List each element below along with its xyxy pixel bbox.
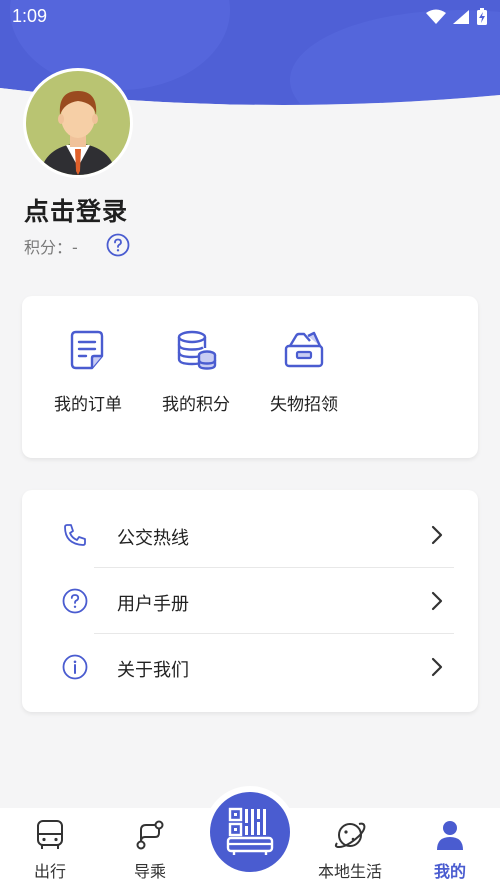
menu-label-user-manual: 用户手册 (117, 594, 189, 615)
avatar[interactable] (23, 68, 133, 178)
status-bar: 1:09 (0, 0, 500, 34)
lost-found-label: 失物招领 (270, 395, 338, 415)
chevron-right-icon (431, 525, 443, 545)
battery-charging-icon (477, 8, 487, 25)
bus-icon (37, 820, 63, 849)
tab-label-guide: 导乘 (133, 862, 166, 881)
chevron-right-icon (431, 591, 443, 611)
phone-icon (64, 524, 86, 546)
question-circle-icon (62, 588, 88, 614)
menu-label-bus-hotline: 公交热线 (117, 528, 189, 549)
avatar-man-icon (26, 71, 130, 175)
tab-mine[interactable]: 我的 (405, 818, 495, 882)
lost-found-button[interactable]: 失物招领 (254, 326, 354, 415)
ride-code-button[interactable] (204, 786, 296, 878)
quick-actions-card: 我的订单 我的积分 失物招领 (22, 296, 478, 458)
my-orders-button[interactable]: 我的订单 (38, 326, 138, 415)
login-button[interactable]: 点击登录 (24, 192, 128, 228)
status-time: 1:09 (12, 6, 48, 26)
person-icon (437, 821, 463, 850)
tab-label-local-life: 本地生活 (317, 862, 382, 881)
menu-item-user-manual[interactable]: 用户手册 (22, 568, 478, 634)
order-document-icon (70, 330, 104, 370)
tab-label-travel: 出行 (33, 862, 66, 881)
question-circle-icon[interactable] (106, 233, 130, 257)
menu-list-card: 公交热线 用户手册 关于我们 (22, 490, 478, 712)
tab-travel[interactable]: 出行 (5, 818, 95, 882)
planet-icon (334, 822, 366, 849)
points-label: 积分：- (24, 238, 78, 257)
my-points-label: 我的积分 (162, 395, 230, 415)
signal-icon (453, 10, 469, 24)
points-coins-icon (177, 330, 217, 370)
tab-guide[interactable]: 导乘 (105, 818, 195, 882)
my-points-button[interactable]: 我的积分 (146, 326, 246, 415)
qr-bus-code-icon (226, 807, 274, 855)
menu-item-bus-hotline[interactable]: 公交热线 (22, 502, 478, 568)
menu-item-about-us[interactable]: 关于我们 (22, 634, 478, 700)
tab-label-mine: 我的 (433, 862, 466, 881)
status-icons (426, 8, 488, 26)
route-icon (136, 820, 164, 850)
menu-label-about-us: 关于我们 (117, 660, 189, 681)
tab-local-life[interactable]: 本地生活 (305, 818, 395, 882)
info-circle-icon (62, 654, 88, 680)
wifi-icon (426, 9, 446, 24)
my-orders-label: 我的订单 (54, 395, 122, 415)
lost-found-box-icon (284, 331, 324, 368)
chevron-right-icon (431, 657, 443, 677)
points-display: 积分：- (24, 234, 78, 258)
